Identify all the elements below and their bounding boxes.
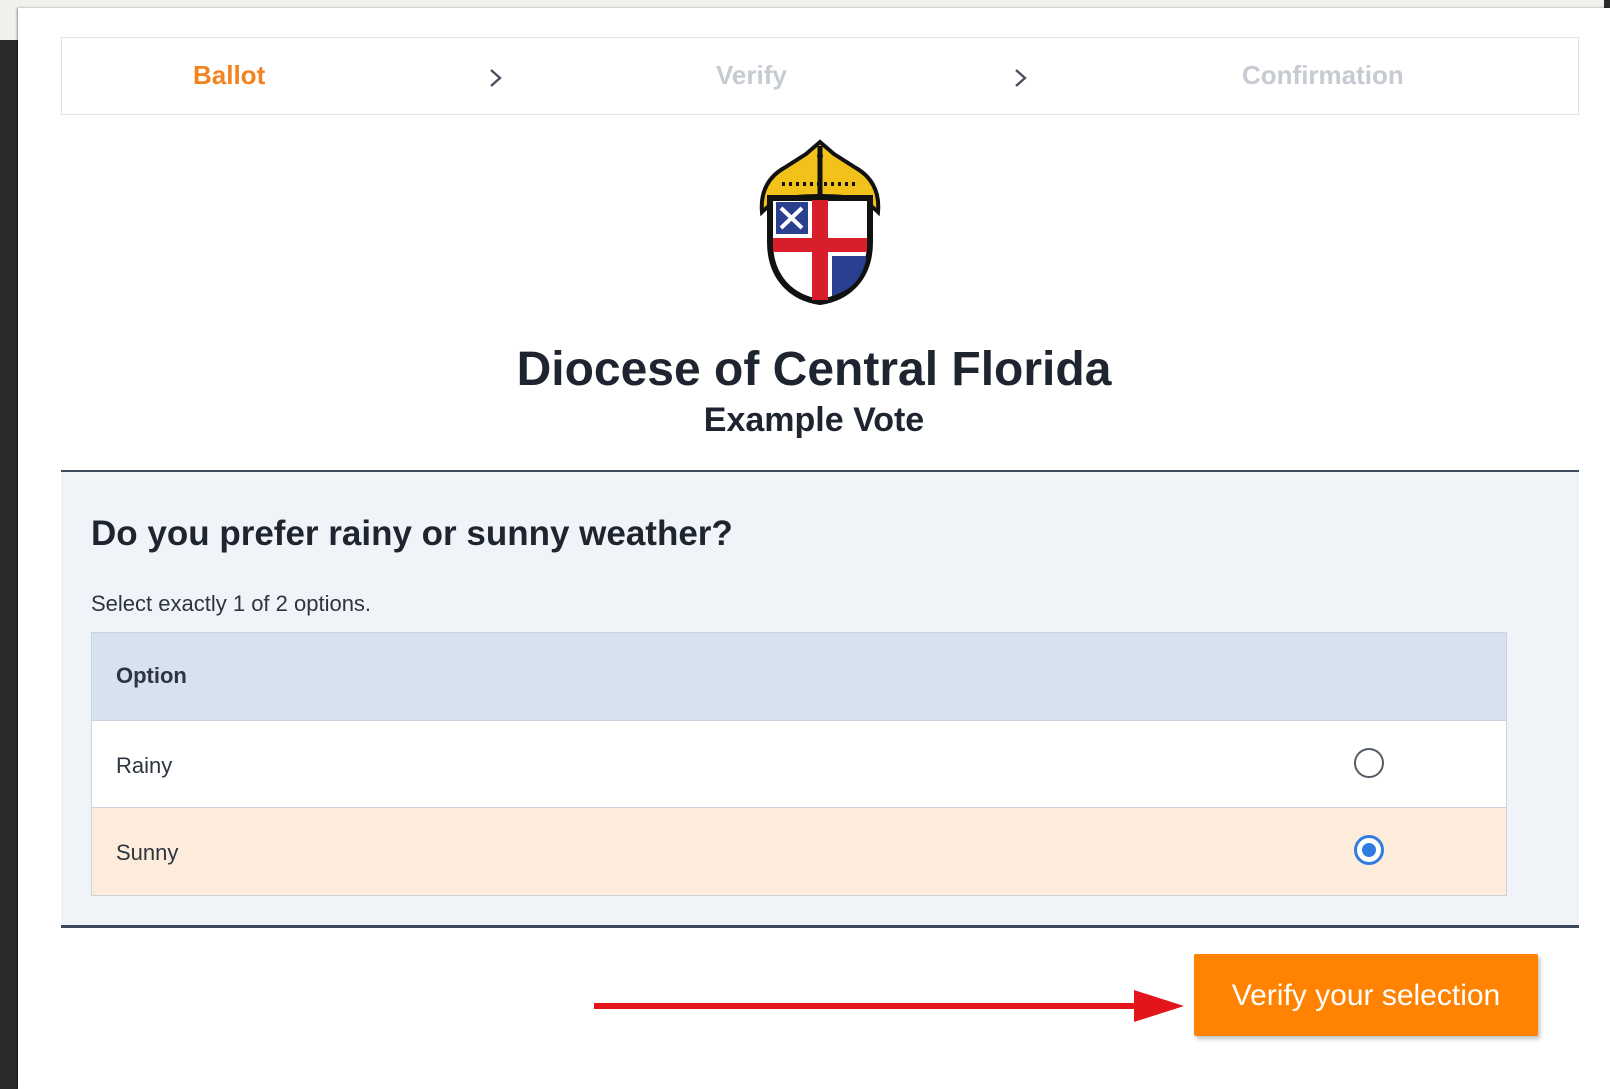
- ballot-page: Ballot Verify Confirmation Diocese of Ce…: [18, 8, 1610, 1089]
- column-header-option: Option: [116, 663, 187, 688]
- verify-selection-button[interactable]: Verify your selection: [1194, 954, 1538, 1036]
- step-confirmation: Confirmation: [1242, 60, 1404, 90]
- annotation-arrow-icon: [594, 990, 1184, 1022]
- radio-button-rainy[interactable]: [1354, 748, 1384, 778]
- chevron-right-icon: [490, 69, 502, 87]
- step-ballot: Ballot: [193, 60, 266, 90]
- progress-steps: Ballot Verify Confirmation: [61, 37, 1579, 115]
- question-title: Do you prefer rainy or sunny weather?: [91, 514, 733, 553]
- option-label: Rainy: [116, 753, 173, 778]
- options-table-header: Option: [92, 633, 1506, 721]
- vote-title: Example Vote: [703, 401, 925, 439]
- question-card: Do you prefer rainy or sunny weather? Se…: [61, 470, 1579, 928]
- organization-title: Diocese of Central Florida: [516, 343, 1112, 396]
- option-row-sunny[interactable]: Sunny: [92, 808, 1506, 895]
- selection-instructions: Select exactly 1 of 2 options.: [91, 591, 372, 616]
- chevron-right-icon: [1015, 69, 1027, 87]
- step-verify: Verify: [716, 60, 787, 90]
- option-label: Sunny: [116, 840, 179, 865]
- diocese-crest-logo: [759, 139, 881, 306]
- options-table: Option Rainy Sunny: [91, 632, 1507, 896]
- option-row-rainy[interactable]: Rainy: [92, 721, 1506, 808]
- radio-button-sunny[interactable]: [1354, 835, 1384, 865]
